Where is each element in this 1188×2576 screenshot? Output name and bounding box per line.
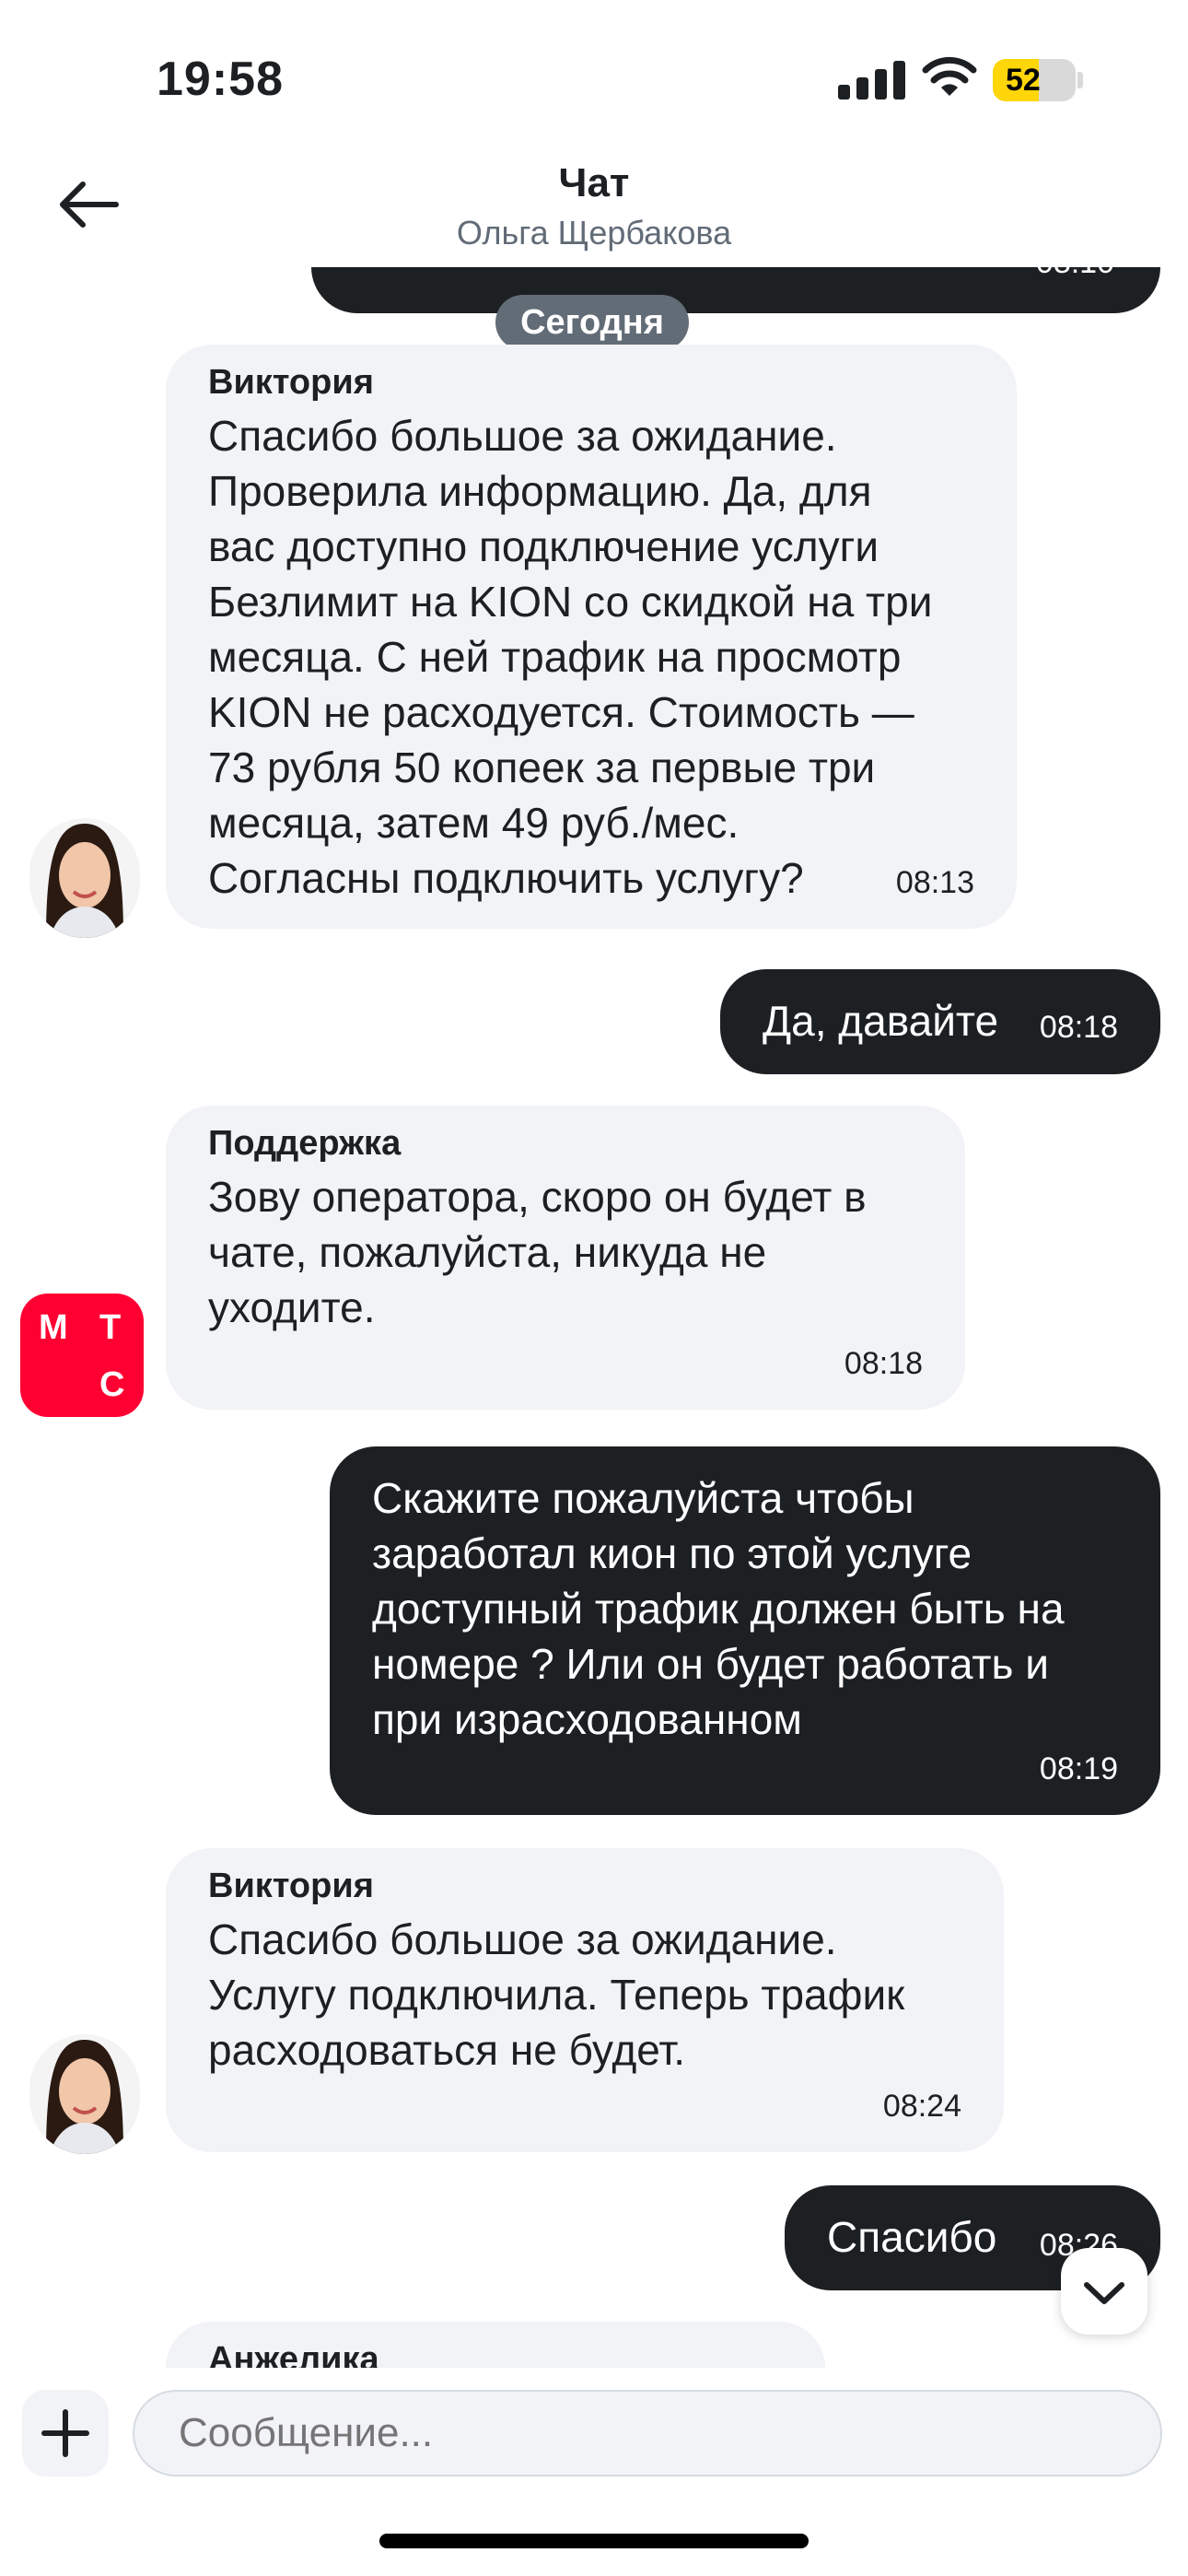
message-bubble-incoming: Виктория Спасибо большое за ожидание. Ус… bbox=[166, 1848, 1004, 2152]
page-subtitle: Ольга Щербакова bbox=[456, 214, 732, 252]
battery-tip bbox=[1077, 72, 1083, 88]
chat-messages[interactable]: 08:10 Сегодня Виктория Спасибо большое з… bbox=[0, 267, 1188, 2368]
chat-header: Чат Ольга Щербакова bbox=[0, 147, 1188, 267]
day-separator: Сегодня bbox=[495, 295, 689, 350]
message-sender: Виктория bbox=[208, 1867, 374, 1905]
home-indicator bbox=[379, 2534, 809, 2548]
message-sender: Виктория bbox=[208, 363, 374, 402]
wifi-icon bbox=[922, 56, 977, 96]
message-sender: Анжелика bbox=[208, 2340, 379, 2368]
attach-button[interactable] bbox=[22, 2390, 109, 2476]
chevron-down-icon bbox=[1084, 2282, 1124, 2304]
message-input[interactable] bbox=[133, 2390, 1162, 2476]
message-time: 08:24 bbox=[882, 2089, 961, 2124]
scroll-to-bottom-button[interactable] bbox=[1061, 2248, 1147, 2335]
message-time: 08:19 bbox=[1039, 1751, 1118, 1786]
message-time: 08:10 bbox=[1036, 267, 1114, 281]
battery-percent: 52 bbox=[1006, 63, 1041, 98]
status-time: 19:58 bbox=[157, 53, 284, 106]
message-sender: Поддержка bbox=[208, 1124, 402, 1163]
message-time: 08:18 bbox=[1039, 1010, 1118, 1045]
battery-icon: 52 bbox=[993, 59, 1076, 101]
message-time: 08:18 bbox=[844, 1346, 923, 1381]
message-bubble-incoming: Поддержка Зову оператора, скоро он будет… bbox=[166, 1106, 965, 1410]
mts-logo: М Т С bbox=[20, 1294, 144, 1417]
message-time: 08:13 bbox=[895, 865, 974, 900]
agent-avatar bbox=[29, 2034, 140, 2154]
message-bubble-incoming: Виктория Спасибо большое за ожидание. Пр… bbox=[166, 345, 1017, 929]
status-bar: 19:58 52 bbox=[0, 0, 1188, 147]
message-bubble-incoming-partial: Анжелика bbox=[166, 2322, 825, 2368]
message-text: Зову оператора, скоро он будет в чате, п… bbox=[208, 1173, 867, 1331]
message-text: Скажите пожалуйста чтобы заработал кион … bbox=[372, 1474, 1065, 1743]
plus-icon bbox=[41, 2409, 89, 2457]
message-text: Спасибо большое за ожидание. Услугу подк… bbox=[208, 1915, 905, 2074]
message-bubble-outgoing-partial: 08:10 bbox=[311, 267, 1160, 313]
page-title: Чат bbox=[558, 160, 630, 205]
signal-icon bbox=[838, 61, 912, 100]
agent-avatar bbox=[29, 818, 140, 938]
message-bubble-outgoing: Да, давайте 08:18 bbox=[720, 969, 1160, 1074]
composer-bar bbox=[0, 2368, 1188, 2497]
message-bubble-outgoing: Скажите пожалуйста чтобы заработал кион … bbox=[330, 1446, 1160, 1815]
message-text: Спасибо большое за ожидание. Проверила и… bbox=[208, 412, 933, 902]
